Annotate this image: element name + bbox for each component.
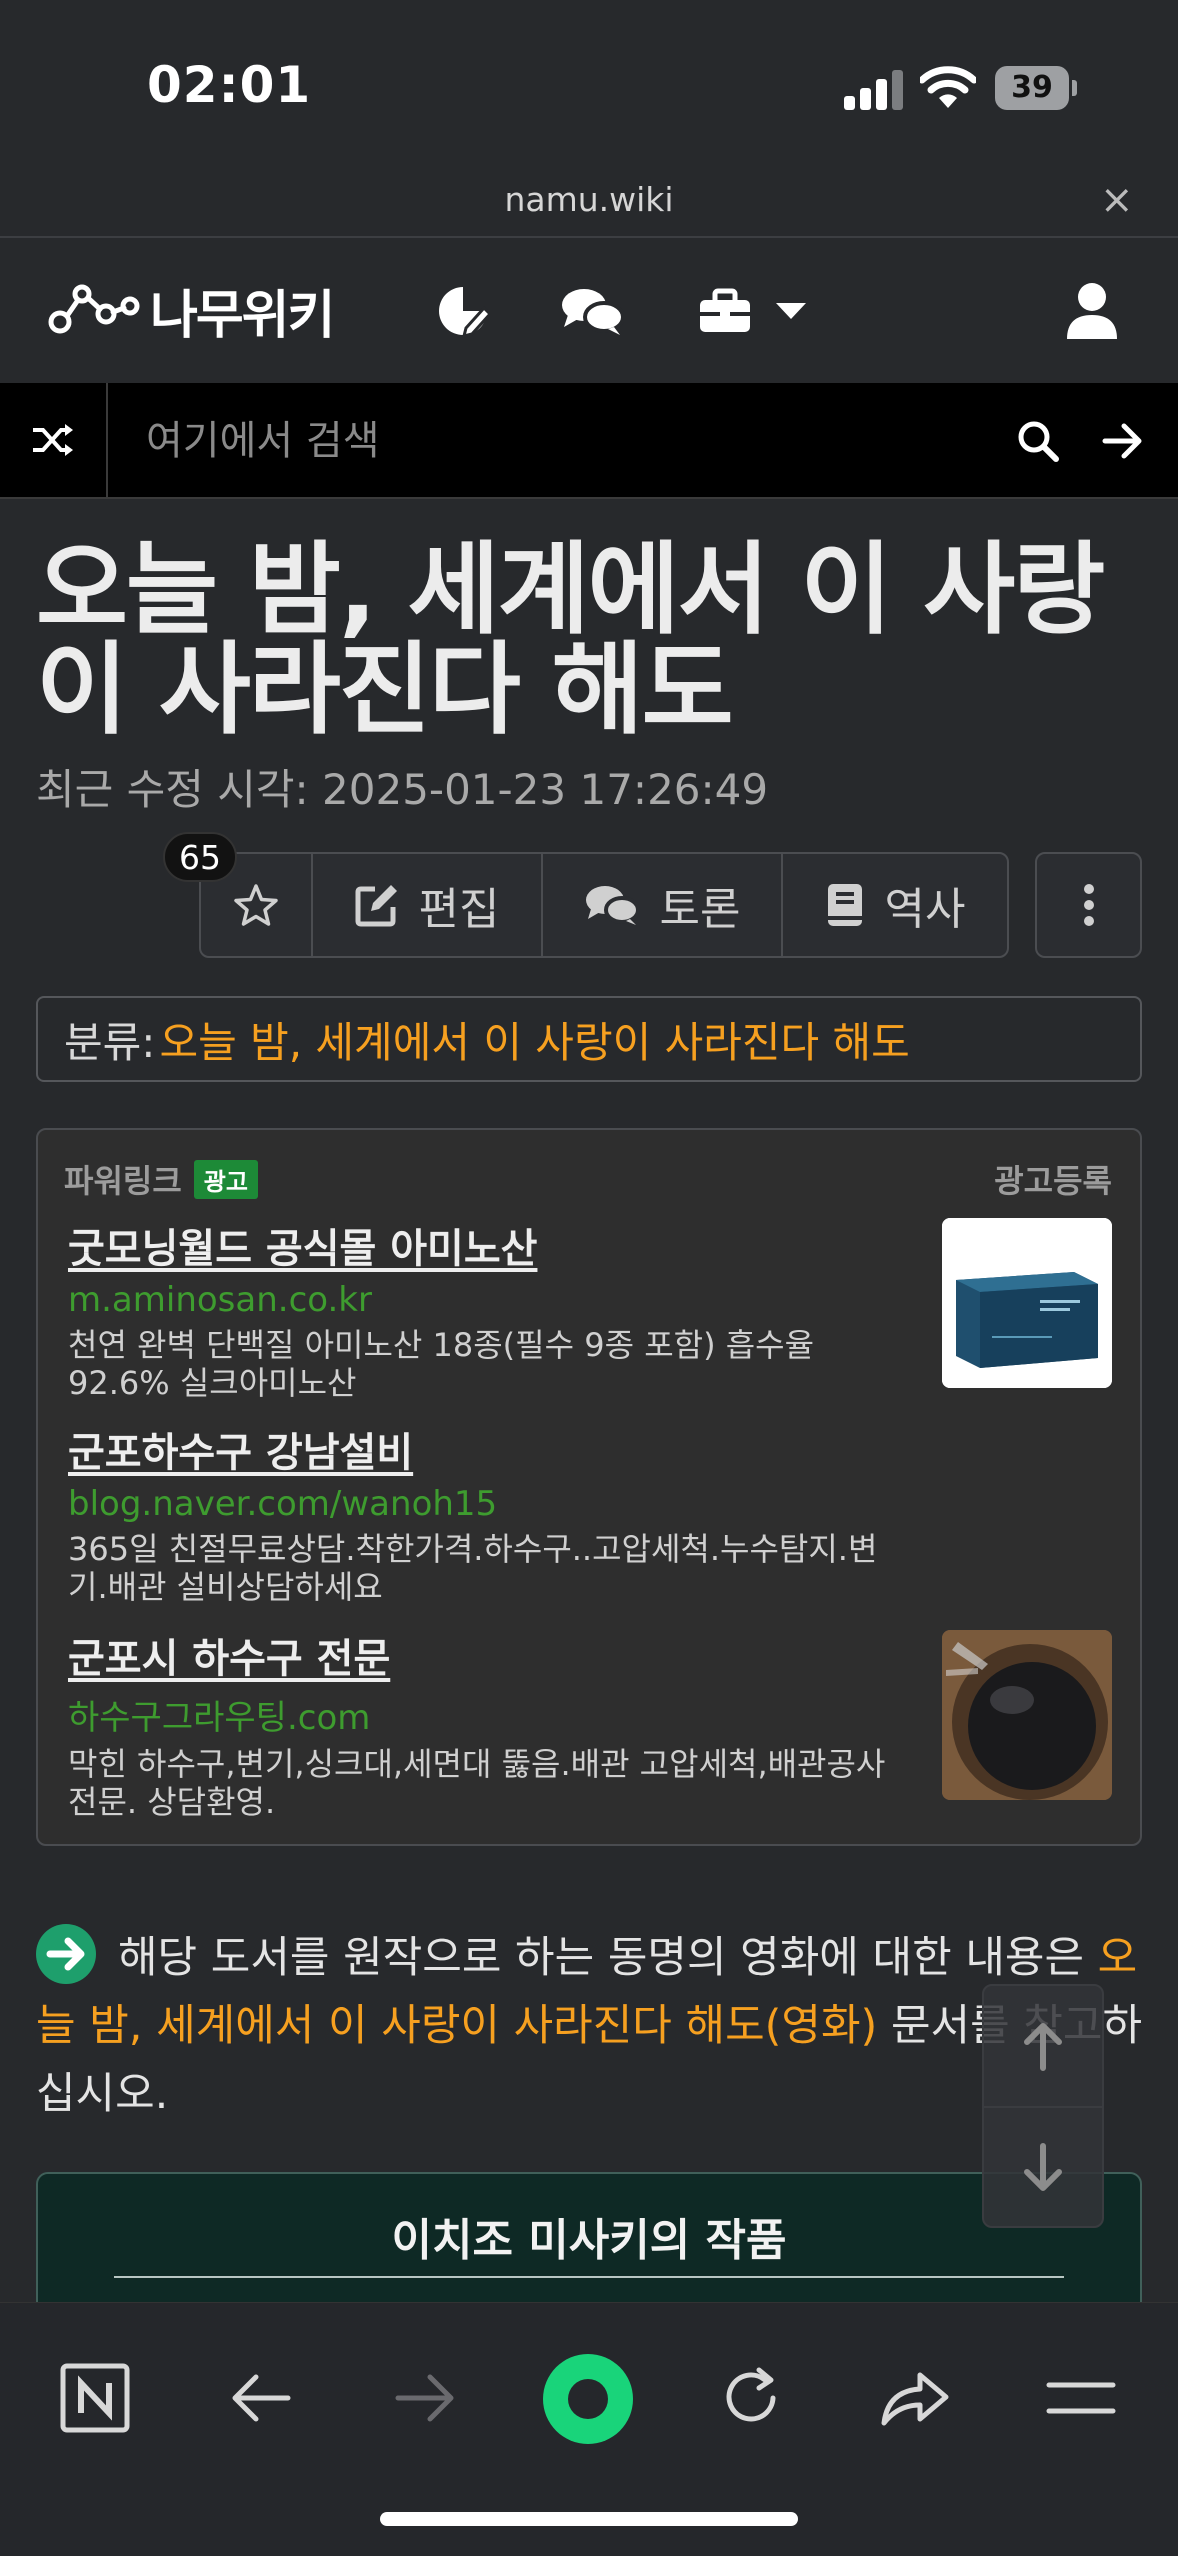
green-dot-button[interactable] xyxy=(542,2353,634,2445)
naver-home-button[interactable] xyxy=(50,2353,140,2443)
logo-text: 나무위키 xyxy=(150,285,335,346)
ad-url[interactable]: 하수구그라우팅.com xyxy=(68,1690,938,1739)
arrow-left-icon xyxy=(232,2374,291,2422)
ad-description: 365일 친절무료상담.착한가격.하수구..고압세척.누수탐지.변기.배관 설비… xyxy=(68,1530,878,1607)
scroll-top-button[interactable] xyxy=(984,1986,1102,2106)
ad-url[interactable]: m.aminosan.co.kr xyxy=(68,1280,938,1320)
shuffle-icon xyxy=(33,424,73,456)
book-icon xyxy=(827,884,862,926)
battery-level: 39 xyxy=(1011,70,1053,105)
edit-label: 편집 xyxy=(418,884,500,935)
search-button[interactable] xyxy=(1010,413,1066,469)
ad-title[interactable]: 군포하수구 강남설비 xyxy=(68,1420,938,1478)
arrow-right-icon xyxy=(1102,423,1142,459)
scroll-bottom-button[interactable] xyxy=(984,2108,1102,2228)
logo-tree-icon xyxy=(48,284,140,334)
discuss-button[interactable]: 토론 xyxy=(543,854,783,956)
tools-menu-button[interactable] xyxy=(688,278,818,344)
category-link[interactable]: 오늘 밤, 세계에서 이 사랑이 사라진다 해도 xyxy=(159,1009,909,1070)
history-button[interactable]: 역사 xyxy=(783,854,1007,956)
ad-description: 막힌 하수구,변기,싱크대,세면대 뚫음.배관 고압세척,배관공사 전문. 상담… xyxy=(68,1745,886,1822)
recent-changes-icon xyxy=(439,287,490,338)
notice-text: 해당 도서를 원작으로 하는 동명의 영화에 대한 내용은 xyxy=(118,1933,1098,1983)
arrow-right-icon xyxy=(395,2374,454,2422)
ad-item[interactable]: 군포하수구 강남설비 blog.naver.com/wanoh15 365일 친… xyxy=(68,1420,938,1607)
page-title: 오늘 밤, 세계에서 이 사랑이 사라진다 해도 xyxy=(36,531,1105,748)
divider xyxy=(114,2276,1064,2278)
ad-title[interactable]: 굿모닝월드 공식몰 아미노산 xyxy=(68,1216,938,1274)
product-box-image xyxy=(942,1218,1112,1388)
user-icon xyxy=(1067,283,1117,339)
edit-button[interactable]: 편집 xyxy=(313,854,543,956)
chevron-down-icon xyxy=(776,303,806,319)
article-toolbar: 편집 토론 역사 xyxy=(199,852,1009,958)
arrow-up-icon xyxy=(1024,2023,1062,2071)
site-header: 나무위키 xyxy=(0,238,1178,383)
ad-register-link[interactable]: 광고등록 xyxy=(994,1156,1112,1202)
ad-thumbnail[interactable] xyxy=(942,1630,1112,1800)
arrow-right-circle-icon xyxy=(36,1924,96,1984)
related-article-notice: 해당 도서를 원작으로 하는 동명의 영화에 대한 내용은 오늘 밤, 세계에서… xyxy=(36,1924,1146,2128)
search-icon xyxy=(1018,421,1059,462)
ad-badge: 광고 xyxy=(193,1159,258,1199)
ad-title[interactable]: 군포시 하수구 전문 xyxy=(68,1626,938,1684)
go-button[interactable] xyxy=(1095,413,1151,469)
namuwiki-logo[interactable]: 나무위키 xyxy=(48,280,335,346)
reload-icon xyxy=(726,2367,776,2422)
category-box: 분류: 오늘 밤, 세계에서 이 사랑이 사라진다 해도 xyxy=(36,996,1142,1082)
arrow-down-icon xyxy=(1024,2143,1062,2191)
ad-url[interactable]: blog.naver.com/wanoh15 xyxy=(68,1484,938,1524)
reload-button[interactable] xyxy=(706,2353,796,2443)
discussion-icon xyxy=(585,886,640,925)
ad-description: 천연 완벽 단백질 아미노산 18종(필수 9종 포함) 흡수율 92.6% 실… xyxy=(68,1326,815,1403)
ad-item[interactable]: 군포시 하수구 전문 하수구그라우팅.com 막힌 하수구,변기,싱크대,세면대… xyxy=(68,1626,938,1822)
discuss-label: 토론 xyxy=(659,884,741,935)
powerlink-ad: 파워링크 광고 광고등록 굿모닝월드 공식몰 아미노산 m.aminosan.c… xyxy=(36,1128,1142,1846)
browser-url[interactable]: namu.wiki xyxy=(0,180,1178,219)
home-indicator[interactable] xyxy=(380,2512,798,2526)
random-page-button[interactable] xyxy=(0,383,108,497)
search-input[interactable] xyxy=(146,413,966,469)
discussion-icon xyxy=(562,289,624,335)
search-bar xyxy=(0,383,1178,499)
status-bar: 02:01 39 namu.wiki × xyxy=(0,0,1178,238)
forward-button[interactable] xyxy=(380,2353,470,2443)
ad-header-label: 파워링크 xyxy=(64,1162,182,1200)
star-count-badge: 65 xyxy=(163,832,237,882)
share-icon xyxy=(881,2372,949,2426)
share-button[interactable] xyxy=(870,2353,960,2443)
discussion-button[interactable] xyxy=(556,278,628,344)
recent-changes-button[interactable] xyxy=(430,278,496,344)
status-time: 02:01 xyxy=(147,56,312,114)
battery-indicator: 39 xyxy=(995,66,1077,110)
menu-button[interactable] xyxy=(1036,2353,1126,2443)
user-menu-button[interactable] xyxy=(1060,278,1124,344)
more-options-button[interactable] xyxy=(1035,852,1142,958)
history-label: 역사 xyxy=(884,884,966,935)
last-modified: 최근 수정 시각: 2025-01-23 17:26:49 xyxy=(36,765,769,814)
cellular-signal-icon xyxy=(844,70,904,110)
ad-thumbnail[interactable] xyxy=(942,1218,1112,1388)
pipe-photo-image xyxy=(942,1630,1112,1800)
edit-icon xyxy=(355,885,397,927)
star-icon xyxy=(234,884,278,926)
hamburger-menu-icon xyxy=(1046,2382,1116,2414)
works-title[interactable]: 이치조 미사키의 작품 xyxy=(38,2204,1140,2268)
ad-header: 파워링크 광고 xyxy=(64,1156,258,1202)
category-label: 분류: xyxy=(64,1017,156,1067)
scroll-controls xyxy=(982,1984,1104,2228)
back-button[interactable] xyxy=(216,2353,306,2443)
wifi-icon xyxy=(918,64,978,110)
naver-n-icon xyxy=(60,2363,130,2433)
green-dot-icon xyxy=(543,2354,633,2444)
ad-item[interactable]: 굿모닝월드 공식몰 아미노산 m.aminosan.co.kr 천연 완벽 단백… xyxy=(68,1216,938,1403)
more-vertical-icon xyxy=(1083,884,1094,926)
close-tab-icon[interactable]: × xyxy=(1100,180,1134,220)
tools-icon xyxy=(700,288,750,332)
